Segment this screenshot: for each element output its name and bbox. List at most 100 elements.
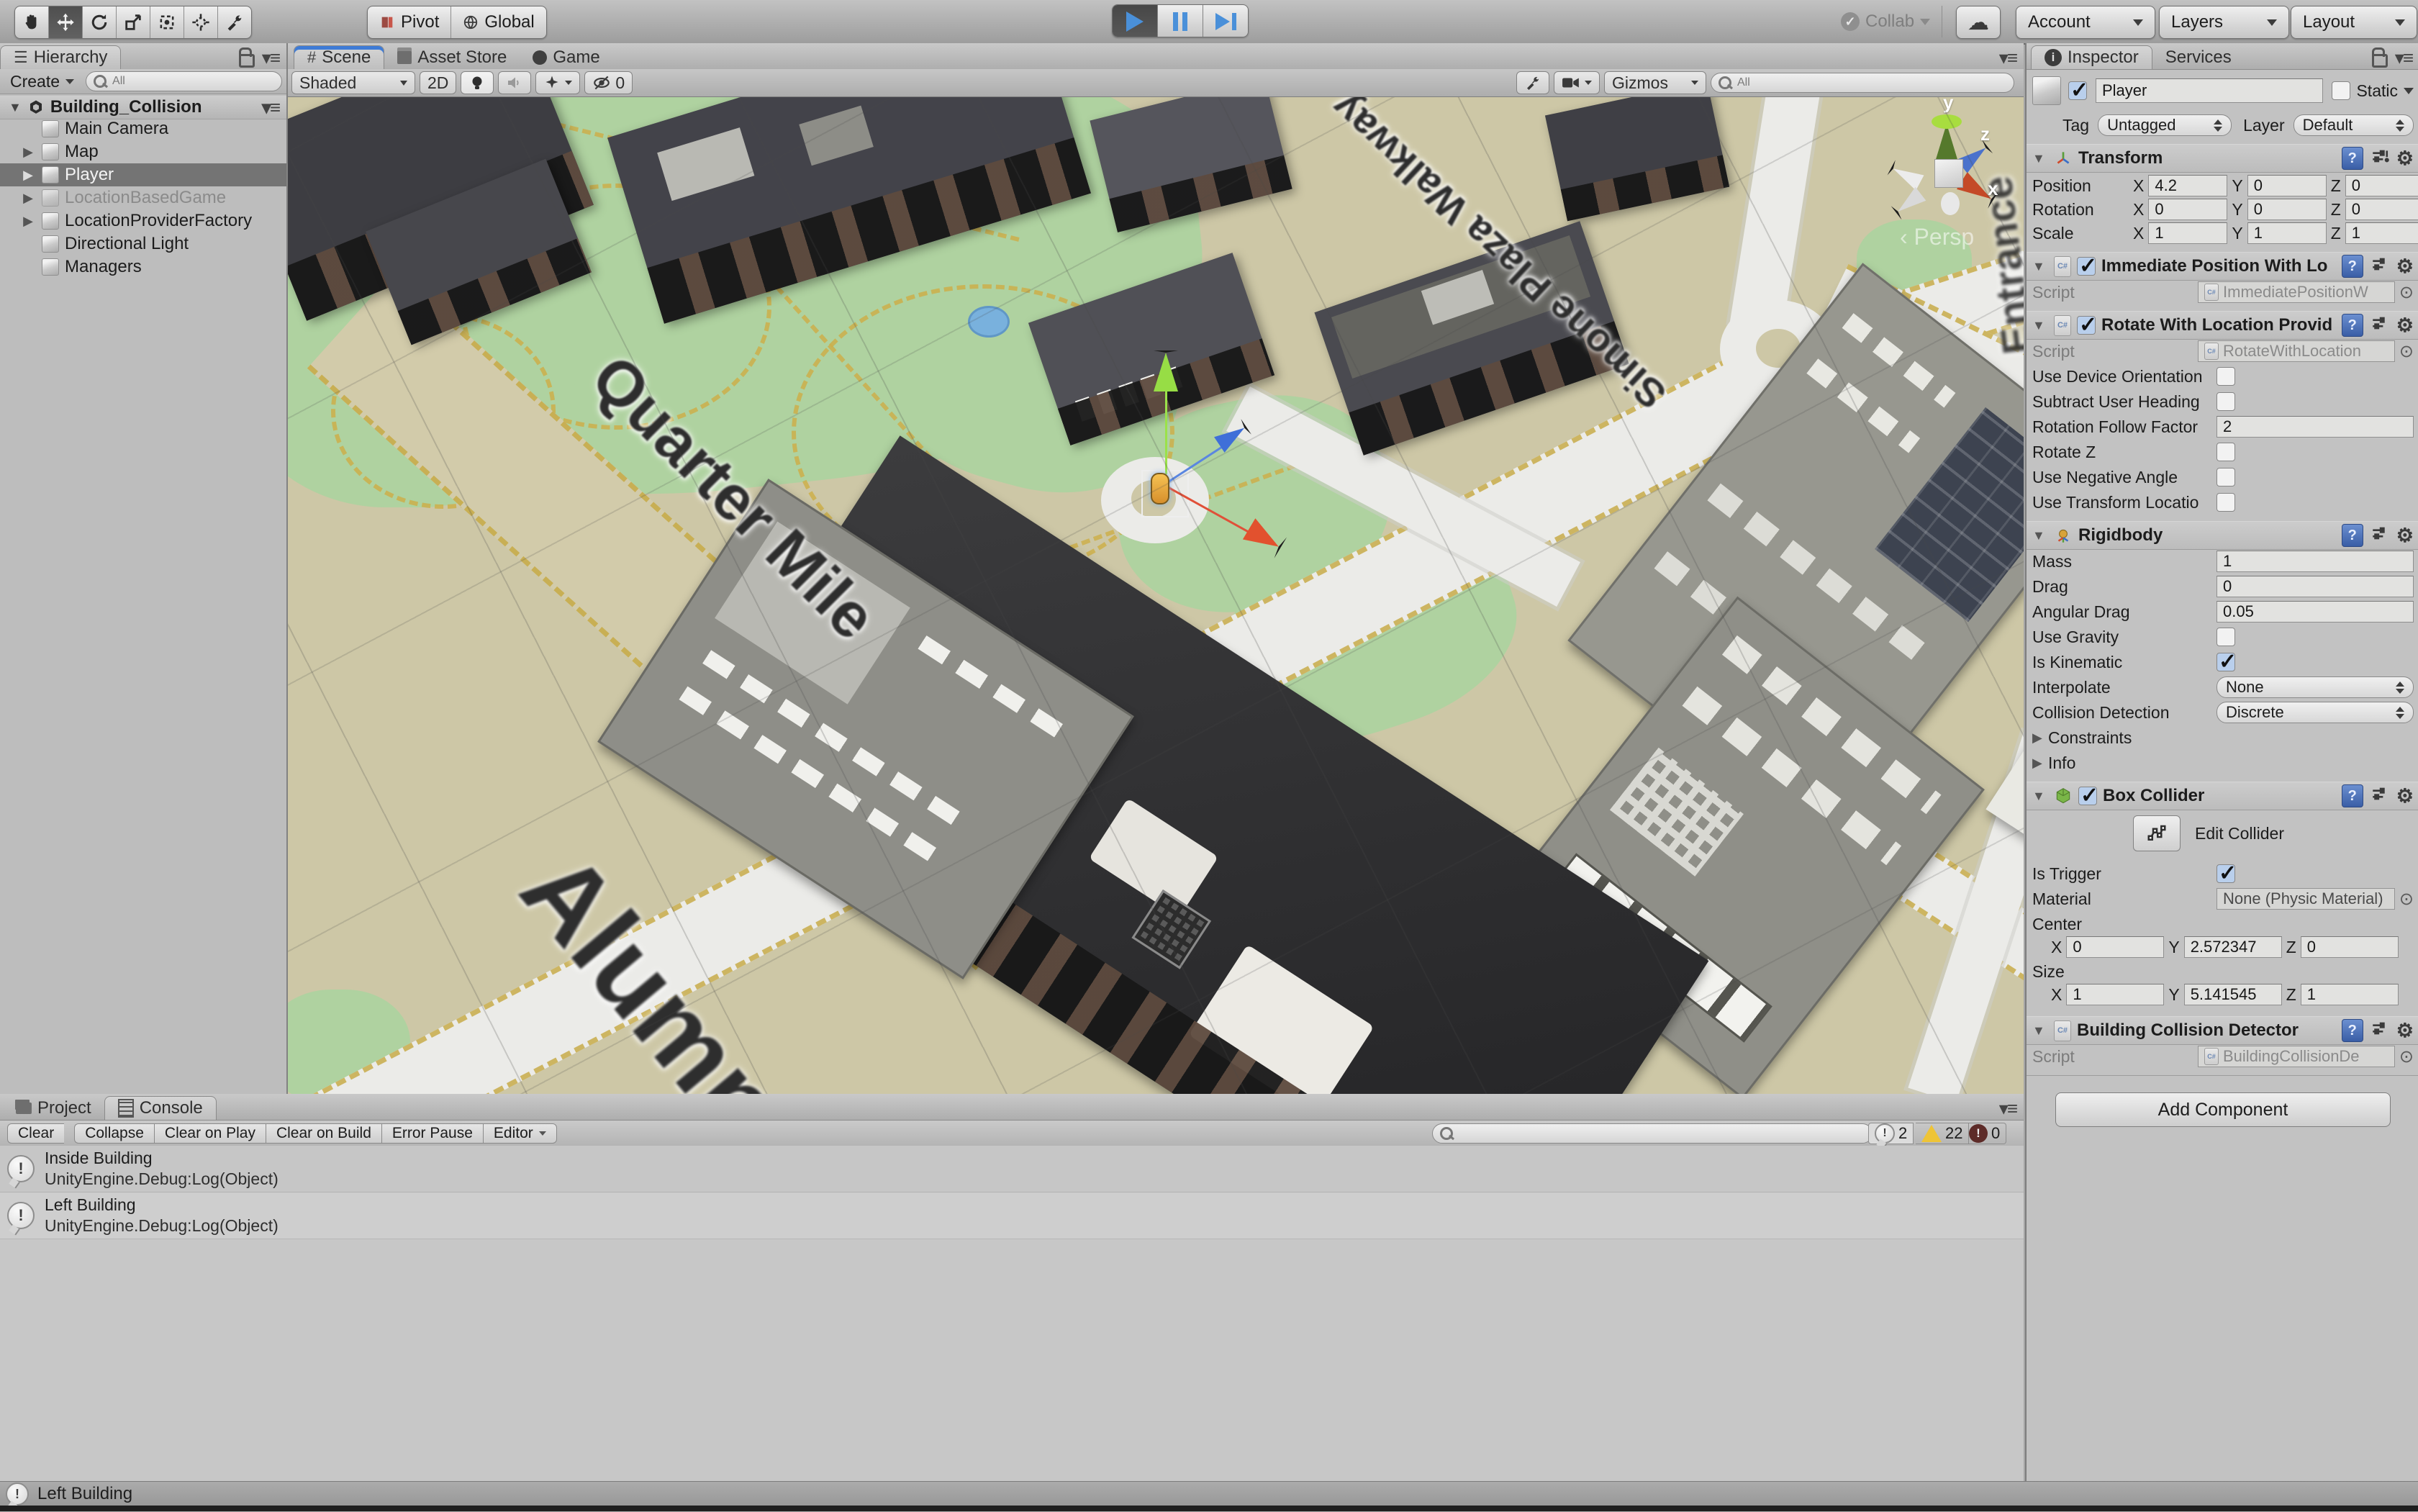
gizmo-cone-white[interactable] [1891, 187, 1926, 219]
hierarchy-item-map[interactable]: ▶Map [0, 140, 286, 163]
constraints-foldout[interactable]: ▶Constraints [2032, 726, 2414, 749]
use-negative-angle-checkbox[interactable] [2216, 468, 2235, 486]
presets-icon[interactable] [2371, 314, 2389, 338]
rect-tool-icon[interactable] [150, 6, 184, 38]
layers-dropdown[interactable]: Layers [2159, 6, 2289, 39]
hierarchy-item-directional-light[interactable]: Directional Light [0, 232, 286, 255]
cloud-button[interactable]: ☁ [1956, 6, 2001, 39]
rotate-with-location-header[interactable]: ▼ C# Rotate With Location Provid ?⚙ [2027, 311, 2418, 340]
static-dropdown-icon[interactable] [2404, 88, 2414, 94]
mass-field[interactable]: 1 [2216, 551, 2414, 572]
gear-icon[interactable]: ⚙ [2396, 316, 2414, 335]
collab-button[interactable]: ✓ Collab [1829, 6, 1942, 37]
console-search-input[interactable] [1432, 1123, 1873, 1144]
tag-dropdown[interactable]: Untagged [2098, 114, 2232, 136]
gear-icon[interactable]: ⚙ [2396, 257, 2414, 276]
error-filter-toggle[interactable]: !0 [1963, 1123, 2006, 1144]
lock-icon[interactable] [2372, 54, 2388, 68]
help-icon[interactable]: ? [2342, 314, 2363, 337]
create-button[interactable]: Create [4, 71, 80, 91]
layout-dropdown[interactable]: Layout [2291, 6, 2417, 39]
scene-search-input[interactable]: All [1711, 73, 2014, 93]
object-picker-icon[interactable]: ⊙ [2399, 889, 2414, 910]
use-transform-location-checkbox[interactable] [2216, 493, 2235, 512]
expand-icon[interactable]: ▶ [20, 214, 36, 229]
transform-tool-icon[interactable] [184, 6, 218, 38]
info-filter-toggle[interactable]: !2 [1868, 1123, 1914, 1144]
warning-filter-toggle[interactable]: 22 [1916, 1123, 1969, 1144]
panel-menu-icon[interactable]: ▾≡ [2395, 47, 2412, 69]
gizmo-cube[interactable] [1934, 159, 1963, 188]
size-x-field[interactable]: 1 [2066, 984, 2164, 1005]
account-dropdown[interactable]: Account [2016, 6, 2155, 39]
hierarchy-item-main-camera[interactable]: Main Camera [0, 117, 286, 140]
pivot-button[interactable]: Pivot [368, 6, 451, 38]
help-icon[interactable]: ? [2342, 147, 2363, 170]
expand-icon[interactable]: ▶ [20, 168, 36, 183]
expand-icon[interactable]: ▶ [20, 191, 36, 206]
console-entry[interactable]: ! Left Building UnityEngine.Debug:Log(Ob… [0, 1192, 2024, 1239]
gear-icon[interactable]: ⚙ [2396, 526, 2414, 546]
hierarchy-search-input[interactable]: All [86, 71, 282, 91]
material-object-field[interactable]: None (Physic Material) [2216, 888, 2395, 910]
scene-root-row[interactable]: ▼ Building_Collision ▾≡ [0, 96, 286, 119]
script-object-field[interactable]: C#BuildingCollisionDe [2198, 1046, 2395, 1067]
scale-tool-icon[interactable] [117, 6, 150, 38]
component-enabled-checkbox[interactable] [2077, 316, 2096, 335]
clear-on-build-button[interactable]: Clear on Build [266, 1123, 381, 1144]
editor-dropdown[interactable]: Editor [483, 1123, 557, 1144]
gear-icon[interactable]: ⚙ [2396, 787, 2414, 806]
gizmo-cone-white[interactable] [1888, 160, 1924, 190]
immediate-position-header[interactable]: ▼ C# Immediate Position With Lo ?⚙ [2027, 252, 2418, 281]
scene-effects-dropdown[interactable] [535, 71, 580, 94]
step-button[interactable] [1203, 5, 1248, 37]
scene-camera-dropdown[interactable] [1554, 71, 1600, 94]
help-icon[interactable]: ? [2342, 255, 2363, 278]
presets-icon[interactable] [2371, 255, 2389, 279]
drag-field[interactable]: 0 [2216, 576, 2414, 597]
is-trigger-checkbox[interactable] [2216, 864, 2235, 883]
presets-icon[interactable] [2371, 524, 2389, 548]
position-y-field[interactable]: 0 [2247, 175, 2327, 196]
pause-button[interactable] [1158, 5, 1203, 37]
script-object-field[interactable]: C#RotateWithLocation [2198, 340, 2395, 362]
shading-mode-dropdown[interactable]: Shaded [291, 71, 415, 94]
transform-header[interactable]: ▼ Transform ?⚙ [2027, 144, 2418, 173]
scale-x-field[interactable]: 1 [2148, 222, 2227, 244]
status-bar[interactable]: ! Left Building [0, 1481, 2418, 1506]
scene-lighting-toggle[interactable] [461, 71, 494, 94]
center-x-field[interactable]: 0 [2066, 936, 2164, 958]
tab-services[interactable]: Services [2152, 46, 2245, 69]
use-device-orientation-checkbox[interactable] [2216, 367, 2235, 386]
component-enabled-checkbox[interactable] [2078, 787, 2097, 805]
scale-z-field[interactable]: 1 [2345, 222, 2418, 244]
foldout-icon[interactable]: ▼ [2032, 318, 2048, 333]
rotation-x-field[interactable]: 0 [2148, 199, 2227, 220]
tab-project[interactable]: Project [3, 1097, 104, 1120]
object-picker-icon[interactable]: ⊙ [2399, 282, 2414, 303]
subtract-user-heading-checkbox[interactable] [2216, 392, 2235, 411]
foldout-icon[interactable]: ▼ [2032, 151, 2048, 166]
tab-console[interactable]: Console [104, 1096, 217, 1120]
player-capsule[interactable] [1151, 473, 1169, 504]
presets-icon[interactable] [2371, 784, 2389, 808]
scene-menu-icon[interactable]: ▾≡ [262, 96, 279, 119]
console-entry[interactable]: ! Inside Building UnityEngine.Debug:Log(… [0, 1146, 2024, 1192]
presets-icon[interactable] [2371, 1019, 2389, 1043]
hand-tool-icon[interactable] [15, 6, 49, 38]
clear-button[interactable]: Clear [7, 1123, 64, 1144]
name-field[interactable]: Player [2096, 78, 2323, 103]
tab-inspector[interactable]: i Inspector [2031, 45, 2152, 69]
tab-hierarchy[interactable]: ☰ Hierarchy [0, 45, 121, 69]
gizmos-dropdown[interactable]: Gizmos [1604, 71, 1706, 94]
expand-icon[interactable]: ▶ [20, 145, 36, 160]
foldout-icon[interactable]: ▼ [2032, 528, 2048, 543]
global-button[interactable]: Global [451, 6, 545, 38]
gear-icon[interactable]: ⚙ [2396, 1021, 2414, 1041]
interpolate-dropdown[interactable]: None [2216, 676, 2414, 698]
rotation-z-field[interactable]: 0 [2345, 199, 2418, 220]
presets-icon[interactable] [2371, 147, 2389, 171]
scale-y-field[interactable]: 1 [2247, 222, 2327, 244]
size-y-field[interactable]: 5.141545 [2184, 984, 2282, 1005]
lock-icon[interactable] [239, 54, 255, 68]
